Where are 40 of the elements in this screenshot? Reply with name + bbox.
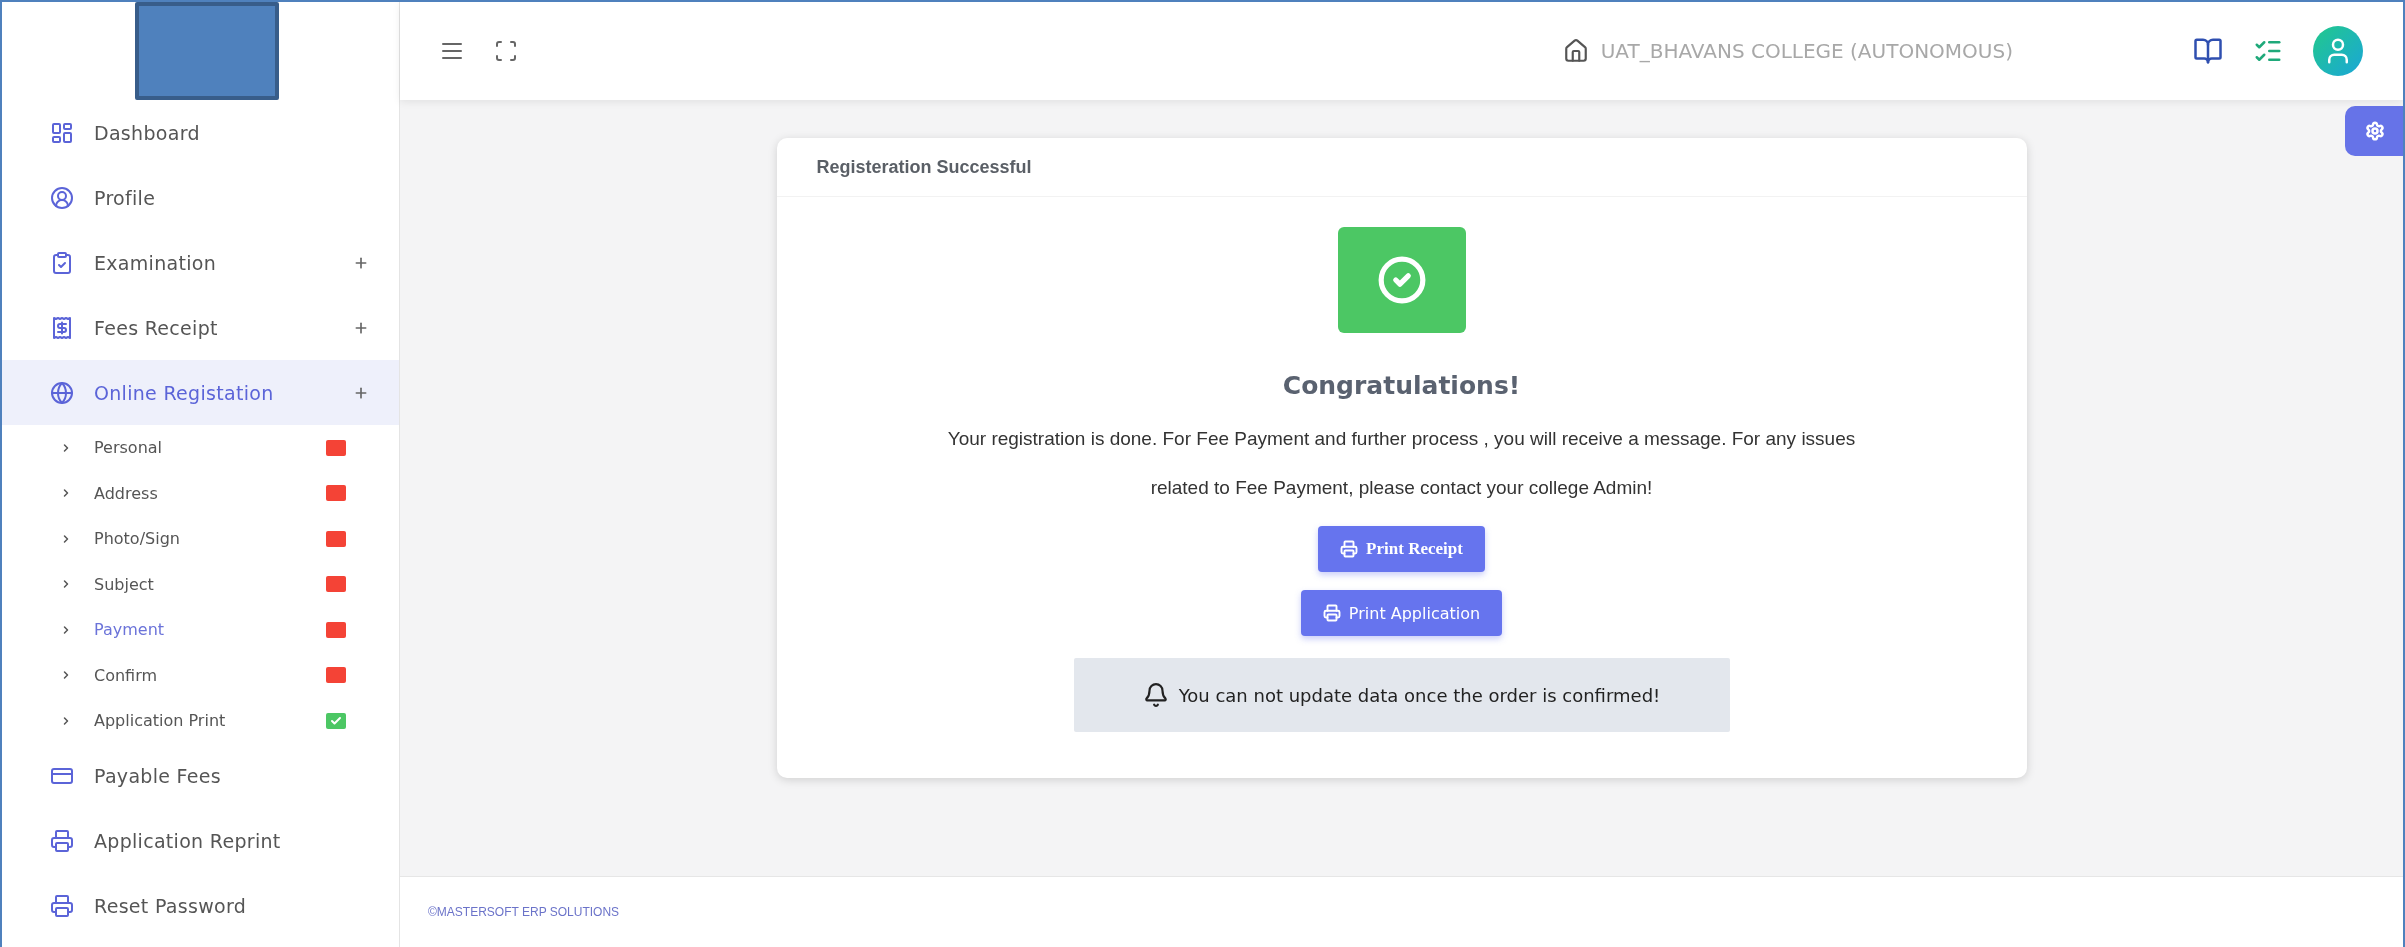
printer-icon — [1340, 540, 1359, 558]
submenu-item[interactable]: Application Print — [2, 698, 399, 744]
sidebar-item[interactable]: Application Reprint — [2, 808, 399, 874]
notice-text: You can not update data once the order is confirmed! — [1178, 684, 1661, 706]
printer-icon — [1322, 604, 1341, 622]
sidebar-item[interactable]: Reset Password — [2, 873, 399, 939]
success-icon — [1337, 227, 1466, 333]
user-circle-icon — [50, 185, 74, 210]
submenu-item[interactable]: Photo/Sign — [2, 516, 399, 562]
bell-icon — [1142, 682, 1169, 708]
home-icon[interactable] — [1562, 38, 1589, 64]
dashboard-icon — [50, 120, 74, 145]
submenu-item[interactable]: Payment — [2, 607, 399, 653]
sidebar-item[interactable]: Profile — [2, 165, 399, 230]
sidebar-item[interactable]: Online Registation — [2, 360, 399, 425]
success-message: Your registration is done. For Fee Payment and further process , you will receive a message. For any issues related to Fee Payment, please contact your college Admin! — [946, 427, 1857, 500]
print-button[interactable]: Print Application — [1300, 590, 1503, 636]
print-button[interactable]: Print Receipt — [1318, 526, 1485, 572]
clipboard-check-icon — [50, 250, 74, 275]
submenu-item[interactable]: Personal — [2, 425, 399, 471]
settings-button[interactable] — [2345, 106, 2403, 156]
card-title: Registeration Successful — [776, 138, 2027, 197]
printer-icon — [50, 894, 74, 918]
submenu-item[interactable]: Confirm — [2, 652, 399, 698]
college-name: UAT_BHAVANS COLLEGE (AUTONOMOUS) — [1600, 39, 2013, 63]
globe-icon — [50, 380, 74, 405]
footer-text: ©MASTERSOFT ERP SOLUTIONS — [428, 905, 620, 919]
book-icon[interactable] — [2193, 36, 2223, 66]
avatar-icon[interactable] — [2313, 26, 2363, 76]
submenu-item[interactable]: Subject — [2, 561, 399, 607]
congratulations-heading: Congratulations! — [1282, 371, 1521, 400]
gear-icon — [2365, 121, 2385, 141]
sidebar-item[interactable]: Examination — [2, 230, 399, 295]
submenu-item[interactable]: Address — [2, 470, 399, 516]
sidebar-item[interactable]: Dashboard — [2, 100, 399, 165]
sidebar-item[interactable]: Payable Fees — [2, 743, 399, 809]
receipt-icon — [50, 315, 74, 340]
sidebar-item[interactable]: Fees Receipt — [2, 295, 399, 360]
printer-icon — [50, 829, 74, 853]
fullscreen-icon[interactable] — [494, 39, 518, 63]
